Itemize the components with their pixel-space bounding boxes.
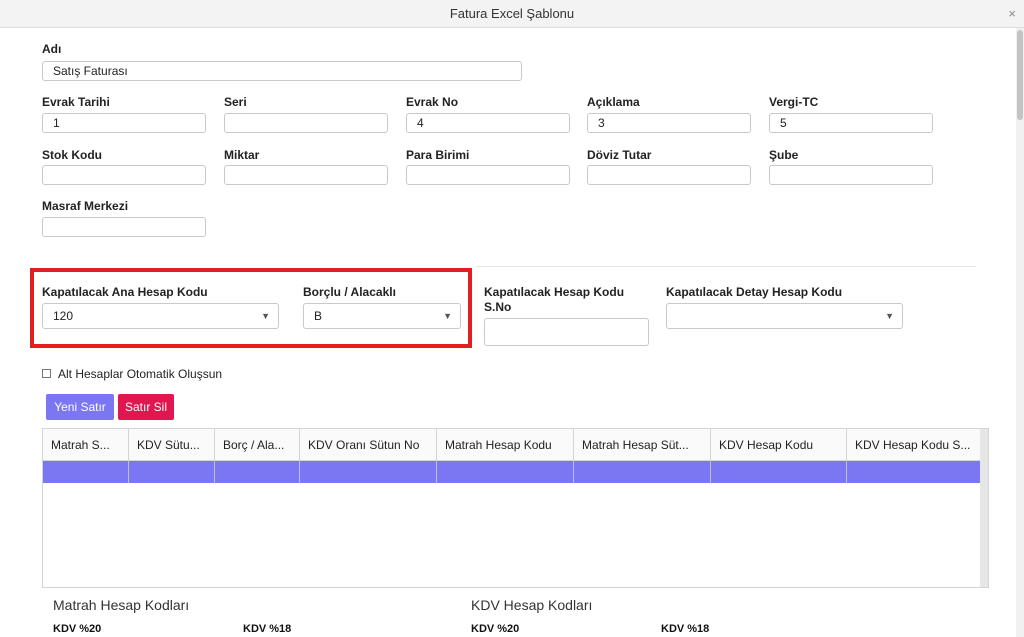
borclu-alacakli-select[interactable]: B ▼ — [303, 303, 461, 329]
rows-grid: Matrah S... KDV Sütu... Borç / Ala... KD… — [42, 428, 989, 588]
matrah-section-title: Matrah Hesap Kodları — [53, 597, 190, 613]
column-header[interactable]: Matrah Hesap Süt... — [574, 429, 711, 461]
kdv-item: KDV %18 — [661, 623, 710, 635]
matrah-item: KDV %20 — [53, 623, 102, 635]
table-row[interactable] — [43, 461, 981, 483]
grid-scrollbar[interactable] — [980, 429, 988, 587]
section-divider — [476, 266, 976, 267]
kdv-item: KDV %20 — [471, 623, 520, 635]
miktar-input[interactable] — [224, 165, 388, 185]
evrak-no-input[interactable]: 4 — [406, 113, 570, 133]
vergi-tc-input[interactable]: 5 — [769, 113, 933, 133]
evrak-tarihi-label: Evrak Tarihi — [42, 95, 110, 109]
seri-input[interactable] — [224, 113, 388, 133]
column-header[interactable]: Matrah S... — [43, 429, 129, 461]
table-cell[interactable] — [437, 461, 574, 483]
ana-hesap-value: 120 — [53, 309, 74, 323]
ana-hesap-label: Kapatılacak Ana Hesap Kodu — [42, 285, 208, 299]
adi-label: Adı — [42, 42, 62, 56]
excel-template-dialog: Fatura Excel Şablonu × Adı Satış Faturas… — [0, 0, 1024, 637]
dialog-scrollbar[interactable] — [1016, 28, 1024, 637]
doviz-tutar-input[interactable] — [587, 165, 751, 185]
sube-input[interactable] — [769, 165, 933, 185]
aciklama-label: Açıklama — [587, 95, 640, 109]
table-cell[interactable] — [129, 461, 215, 483]
table-cell[interactable] — [847, 461, 981, 483]
stok-kodu-label: Stok Kodu — [42, 148, 102, 162]
masraf-merkezi-label: Masraf Merkezi — [42, 199, 129, 213]
table-cell[interactable] — [215, 461, 300, 483]
chevron-down-icon: ▼ — [443, 311, 452, 321]
adi-input[interactable]: Satış Faturası — [42, 61, 522, 81]
para-birimi-label: Para Birimi — [406, 148, 470, 162]
grid-header: Matrah S... KDV Sütu... Borç / Ala... KD… — [43, 429, 981, 461]
miktar-label: Miktar — [224, 148, 260, 162]
matrah-item: KDV %18 — [243, 623, 292, 635]
alt-hesaplar-label: Alt Hesaplar Otomatik Oluşsun — [58, 367, 223, 381]
borclu-alacakli-label: Borçlu / Alacaklı — [303, 285, 396, 299]
chevron-down-icon: ▼ — [261, 311, 270, 321]
column-header[interactable]: Borç / Ala... — [215, 429, 300, 461]
dialog-titlebar: Fatura Excel Şablonu × — [0, 0, 1024, 28]
column-header[interactable]: KDV Sütu... — [129, 429, 215, 461]
dialog-title: Fatura Excel Şablonu — [449, 6, 575, 21]
table-cell[interactable] — [300, 461, 437, 483]
scrollbar-thumb[interactable] — [1017, 30, 1023, 120]
delete-row-button[interactable]: Satır Sil — [118, 394, 174, 420]
table-cell[interactable] — [574, 461, 711, 483]
detay-hesap-select[interactable]: ▼ — [666, 303, 903, 329]
hesap-sno-label-line2: S.No — [484, 300, 512, 314]
hesap-sno-label-line1: Kapatılacak Hesap Kodu — [484, 285, 625, 299]
doviz-tutar-label: Döviz Tutar — [587, 148, 652, 162]
stok-kodu-input[interactable] — [42, 165, 206, 185]
hesap-sno-input[interactable] — [484, 318, 649, 346]
vergi-tc-label: Vergi-TC — [769, 95, 819, 109]
evrak-no-label: Evrak No — [406, 95, 459, 109]
detay-hesap-label: Kapatılacak Detay Hesap Kodu — [666, 285, 843, 299]
kdv-section-title: KDV Hesap Kodları — [471, 597, 593, 613]
ana-hesap-select[interactable]: 120 ▼ — [42, 303, 279, 329]
close-icon[interactable]: × — [1008, 6, 1016, 21]
table-cell[interactable] — [43, 461, 129, 483]
column-header[interactable]: KDV Hesap Kodu S... — [847, 429, 981, 461]
evrak-tarihi-input[interactable]: 1 — [42, 113, 206, 133]
borclu-alacakli-value: B — [314, 309, 323, 323]
table-cell[interactable] — [711, 461, 847, 483]
chevron-down-icon: ▼ — [885, 311, 894, 321]
column-header[interactable]: KDV Oranı Sütun No — [300, 429, 437, 461]
masraf-merkezi-input[interactable] — [42, 217, 206, 237]
para-birimi-input[interactable] — [406, 165, 570, 185]
new-row-button[interactable]: Yeni Satır — [46, 394, 114, 420]
sube-label: Şube — [769, 148, 799, 162]
column-header[interactable]: Matrah Hesap Kodu — [437, 429, 574, 461]
alt-hesaplar-checkbox[interactable] — [42, 369, 51, 378]
aciklama-input[interactable]: 3 — [587, 113, 751, 133]
column-header[interactable]: KDV Hesap Kodu — [711, 429, 847, 461]
seri-label: Seri — [224, 95, 247, 109]
